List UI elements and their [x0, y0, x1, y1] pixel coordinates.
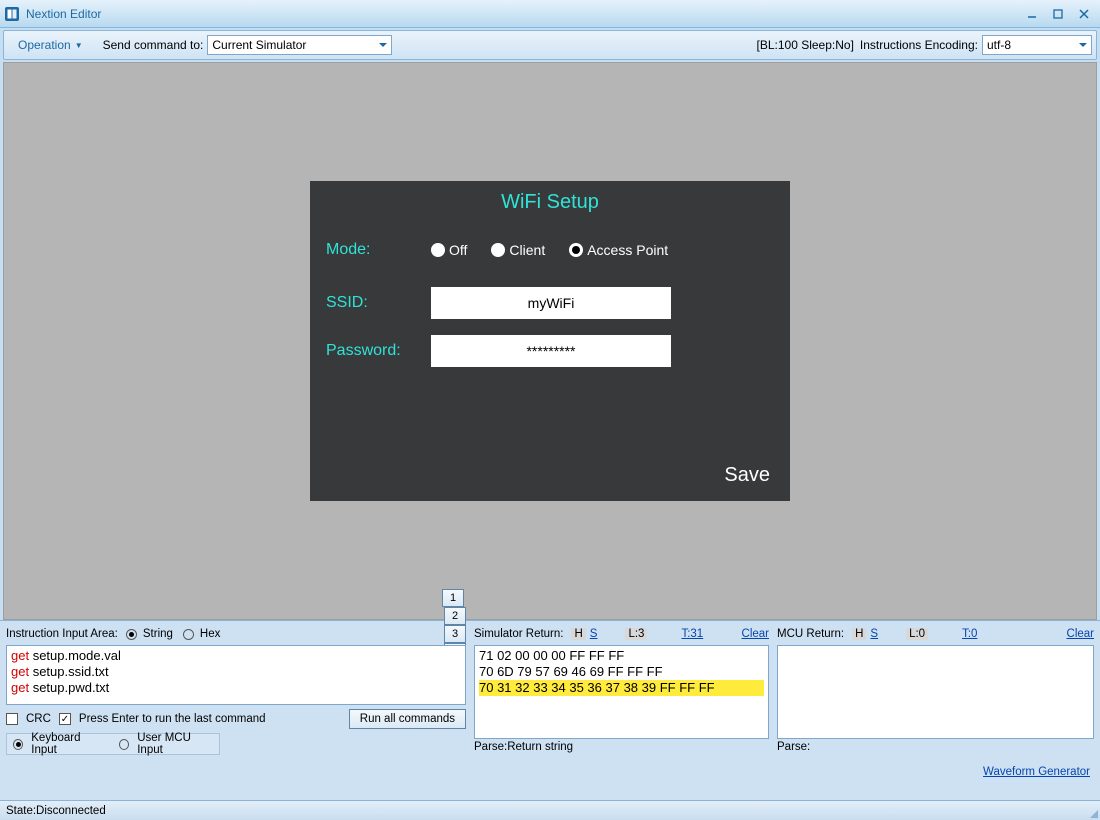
press-enter-label: Press Enter to run the last command [79, 713, 266, 725]
hex-radio[interactable] [183, 629, 194, 640]
command-editor[interactable]: get setup.mode.valget setup.ssid.txtget … [6, 645, 466, 705]
mcu-clear-link[interactable]: Clear [1067, 628, 1094, 640]
mcu-return-label: MCU Return: [777, 628, 844, 640]
keyboard-input-radio[interactable] [13, 739, 23, 750]
device-screen[interactable]: WiFi Setup Mode: Off Client Access Point S… [310, 181, 790, 501]
operation-label: Operation [18, 38, 71, 52]
instruction-area-label: Instruction Input Area: [6, 628, 118, 640]
keyboard-input-label: Keyboard Input [31, 732, 103, 756]
password-field[interactable]: ********* [431, 335, 671, 367]
sim-log-line[interactable]: 70 6D 79 57 69 46 69 FF FF FF [479, 664, 764, 680]
mode-radio-label: Off [449, 242, 467, 258]
mcu-s-toggle[interactable]: S [870, 628, 878, 640]
simulator-return-header: Simulator Return: H S L:3 T:31 Clear [474, 625, 769, 643]
window-title: Nextion Editor [26, 7, 1018, 21]
mode-radio-access-point[interactable] [569, 243, 583, 257]
debug-panel: Instruction Input Area: String Hex 1234S… [0, 620, 1100, 800]
ssid-field[interactable]: myWiFi [431, 287, 671, 319]
command-line: get setup.pwd.txt [11, 680, 461, 696]
simulator-return-label: Simulator Return: [474, 628, 563, 640]
sim-log-line[interactable]: 70 31 32 33 34 35 36 37 38 39 FF FF FF [479, 680, 764, 696]
command-line: get setup.ssid.txt [11, 664, 461, 680]
mode-row: Mode: Off Client Access Point [326, 241, 692, 259]
sim-s-toggle[interactable]: S [590, 628, 598, 640]
string-radio[interactable] [126, 629, 137, 640]
mode-radio-label: Access Point [587, 242, 668, 258]
crc-label: CRC [26, 713, 51, 725]
sim-h-toggle[interactable]: H [571, 628, 585, 640]
minimize-button[interactable] [1020, 4, 1044, 24]
mcu-time: T:0 [962, 628, 977, 640]
mcu-h-toggle[interactable]: H [852, 628, 866, 640]
waveform-generator-link[interactable]: Waveform Generator [983, 766, 1090, 778]
mode-radio-client[interactable] [491, 243, 505, 257]
instruction-footer: CRC ✓ Press Enter to run the last comman… [6, 707, 466, 731]
encoding-label: Instructions Encoding: [860, 38, 978, 52]
simulator-canvas: WiFi Setup Mode: Off Client Access Point S… [3, 62, 1097, 620]
sim-time: T:31 [681, 628, 703, 640]
footer-links: Waveform Generator [983, 766, 1090, 778]
quick-button-2[interactable]: 2 [444, 607, 466, 625]
quick-button-1[interactable]: 1 [442, 589, 464, 607]
mode-label: Mode: [326, 241, 431, 259]
hex-radio-label: Hex [200, 628, 220, 640]
mcu-return-header: MCU Return: H S L:0 T:0 Clear [777, 625, 1094, 643]
sim-length: L:3 [625, 628, 647, 640]
user-mcu-input-radio[interactable] [119, 739, 129, 750]
save-button[interactable]: Save [724, 464, 770, 487]
press-enter-checkbox[interactable]: ✓ [59, 713, 71, 725]
crc-checkbox[interactable] [6, 713, 18, 725]
mcu-return-log[interactable] [777, 645, 1094, 739]
encoding-select[interactable]: utf-8 [982, 35, 1092, 55]
send-to-value: Current Simulator [212, 38, 306, 52]
send-to-label: Send command to: [103, 38, 204, 52]
status-text: State:Disconnected [6, 805, 106, 817]
run-all-button[interactable]: Run all commands [349, 709, 466, 729]
sim-parse: Parse:Return string [474, 739, 769, 755]
instruction-input-header: Instruction Input Area: String Hex 1234S [6, 625, 466, 643]
ssid-row: SSID: myWiFi [326, 287, 671, 319]
mode-radio-label: Client [509, 242, 545, 258]
sim-clear-link[interactable]: Clear [742, 628, 769, 640]
user-mcu-input-label: User MCU Input [137, 732, 213, 756]
operation-menu[interactable]: Operation ▼ [8, 35, 93, 55]
simulator-return-log[interactable]: 71 02 00 00 00 FF FF FF70 6D 79 57 69 46… [474, 645, 769, 739]
mode-radio-off[interactable] [431, 243, 445, 257]
app-icon [4, 6, 20, 22]
command-line: get setup.mode.val [11, 648, 461, 664]
titlebar: Nextion Editor [0, 0, 1100, 28]
ssid-value: myWiFi [528, 295, 575, 311]
instruction-input-column: Instruction Input Area: String Hex 1234S… [6, 625, 466, 755]
resize-grip-icon[interactable] [1088, 808, 1098, 818]
device-status: [BL:100 Sleep:No] [757, 38, 854, 52]
status-bar: State:Disconnected [0, 800, 1100, 820]
send-to-select[interactable]: Current Simulator [207, 35, 392, 55]
quick-button-3[interactable]: 3 [444, 625, 466, 643]
close-button[interactable] [1072, 4, 1096, 24]
sim-log-line[interactable]: 71 02 00 00 00 FF FF FF [479, 648, 764, 664]
chevron-down-icon: ▼ [75, 41, 83, 50]
screen-title: WiFi Setup [310, 191, 790, 214]
maximize-button[interactable] [1046, 4, 1070, 24]
mcu-parse: Parse: [777, 739, 1094, 755]
simulator-return-column: Simulator Return: H S L:3 T:31 Clear 71 … [474, 625, 769, 755]
password-label: Password: [326, 342, 431, 360]
mcu-length: L:0 [906, 628, 928, 640]
password-row: Password: ********* [326, 335, 671, 367]
ssid-label: SSID: [326, 294, 431, 312]
toolbar: Operation ▼ Send command to: Current Sim… [3, 30, 1097, 60]
string-radio-label: String [143, 628, 173, 640]
password-value: ********* [526, 343, 575, 359]
mcu-return-column: MCU Return: H S L:0 T:0 Clear Parse: [777, 625, 1094, 755]
encoding-value: utf-8 [987, 38, 1011, 52]
input-mode-row: Keyboard Input User MCU Input [6, 733, 220, 755]
